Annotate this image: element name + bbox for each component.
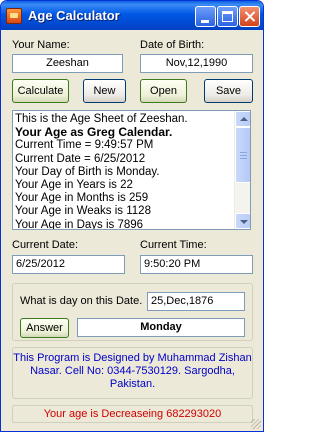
- current-date-label: Current Date:: [12, 239, 79, 251]
- minimize-icon: [201, 20, 209, 23]
- current-time-label: Current Time:: [140, 239, 207, 251]
- memo-scrollbar[interactable]: [234, 111, 250, 229]
- scroll-thumb[interactable]: [235, 127, 250, 183]
- query-date-input[interactable]: 25,Dec,1876: [147, 292, 245, 311]
- scroll-up-button[interactable]: [235, 111, 250, 127]
- app-icon[interactable]: [6, 8, 22, 24]
- credit-text: This Program is Designed by Muhammad Zis…: [13, 352, 252, 390]
- status-bar: Your age is Decreaseing 682293020: [12, 405, 253, 423]
- window-title: Age Calculator: [28, 8, 120, 23]
- name-input[interactable]: Zeeshan: [12, 54, 123, 73]
- memo-line: Your Age in Days is 7896: [15, 218, 144, 230]
- calculate-button[interactable]: Calculate: [12, 79, 69, 103]
- memo-line: Your Day of Birth is Monday.: [15, 165, 160, 178]
- credit-panel: This Program is Designed by Muhammad Zis…: [12, 347, 253, 399]
- memo-line: Your Age in Weaks is 1128: [15, 205, 151, 218]
- memo-line: Current Date = 6/25/2012: [15, 152, 146, 165]
- memo-line: Your Age in Months is 259: [15, 192, 149, 205]
- maximize-button[interactable]: [217, 6, 238, 27]
- arrow-up-icon: [240, 117, 248, 121]
- age-sheet-textarea[interactable]: This is the Age Sheet of Zeeshan. Your A…: [12, 110, 251, 230]
- status-text: Your age is Decreaseing 682293020: [43, 408, 222, 420]
- memo-line: Your Age in Years is 22: [15, 179, 133, 192]
- day-query-label: What is day on this Date.: [20, 295, 143, 307]
- dob-input[interactable]: Nov,12,1990: [140, 54, 253, 73]
- new-button[interactable]: New: [83, 79, 126, 103]
- save-button[interactable]: Save: [204, 79, 253, 103]
- name-label: Your Name:: [12, 39, 70, 51]
- open-button[interactable]: Open: [140, 79, 187, 103]
- answer-button[interactable]: Answer: [20, 318, 69, 338]
- answer-field[interactable]: Monday: [77, 318, 245, 337]
- minimize-button[interactable]: [195, 6, 216, 27]
- scroll-down-button[interactable]: [235, 213, 250, 229]
- maximize-icon: [222, 11, 233, 22]
- arrow-down-icon: [240, 220, 248, 224]
- age-calculator-window: Age Calculator Your Name: Zeeshan Date o…: [0, 0, 264, 432]
- resize-grip[interactable]: [251, 419, 261, 429]
- close-button[interactable]: [239, 6, 260, 27]
- memo-line: Your Age as Greg Calendar.: [15, 125, 173, 140]
- dob-label: Date of Birth:: [140, 39, 205, 51]
- current-date-field[interactable]: 6/25/2012: [12, 255, 125, 274]
- memo-line: Current Time = 9:49:57 PM: [15, 139, 154, 152]
- current-time-field[interactable]: 9:50:20 PM: [140, 255, 253, 274]
- title-bar[interactable]: Age Calculator: [1, 1, 263, 30]
- age-sheet-lines: This is the Age Sheet of Zeeshan. Your A…: [15, 113, 235, 230]
